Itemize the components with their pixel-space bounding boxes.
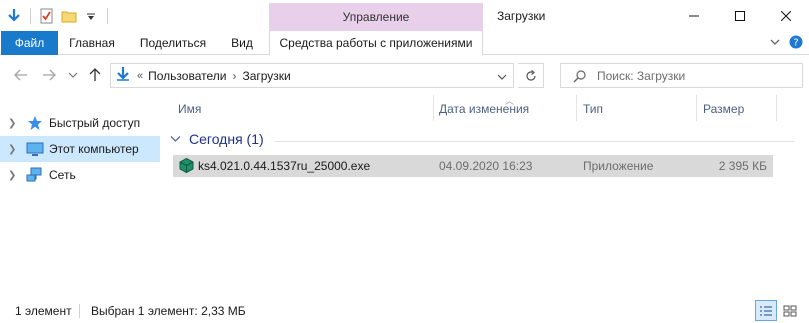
minimize-icon — [689, 15, 699, 16]
window-title: Загрузки — [497, 9, 546, 23]
status-bar: 1 элемент Выбран 1 элемент: 2,33 МБ — [0, 299, 809, 323]
breadcrumb: Пользователи › Загрузки — [143, 69, 291, 83]
window-controls — [671, 0, 809, 31]
column-divider[interactable] — [776, 95, 777, 121]
column-divider[interactable] — [576, 95, 577, 121]
maximize-button[interactable] — [717, 0, 763, 31]
column-header-name[interactable]: Имя — [178, 102, 201, 116]
large-icons-view-button[interactable] — [779, 300, 801, 321]
chevron-down-icon — [170, 136, 181, 142]
nav-item-quick-access[interactable]: ❯ Быстрый доступ — [0, 110, 160, 136]
group-divider — [275, 141, 795, 142]
up-arrow-icon — [89, 68, 101, 81]
selection-info: Выбран 1 элемент: 2,33 МБ — [91, 304, 246, 318]
customize-toolbar-icon[interactable] — [83, 8, 99, 24]
ribbon-tabs: Файл Главная Поделиться Вид Средства раб… — [0, 31, 809, 56]
new-folder-icon[interactable] — [61, 8, 77, 24]
details-view-icon — [760, 305, 772, 316]
tab-home[interactable]: Главная — [62, 31, 122, 55]
expand-ribbon-icon[interactable] — [769, 36, 781, 51]
application-icon — [179, 157, 194, 174]
file-date: 04.09.2020 16:23 — [439, 159, 533, 173]
ribbon-right-controls: ? — [769, 35, 803, 52]
breadcrumb-separator-icon[interactable]: › — [232, 69, 236, 83]
address-bar[interactable]: « Пользователи › Загрузки — [110, 63, 514, 88]
view-switcher — [755, 300, 801, 321]
close-button[interactable] — [763, 0, 809, 31]
context-tab-group-label: Управление — [269, 3, 483, 31]
forward-arrow-icon — [43, 69, 56, 81]
group-header[interactable]: Сегодня (1) — [170, 131, 264, 147]
nav-item-label: Быстрый доступ — [49, 116, 141, 130]
downloads-folder-icon — [115, 66, 131, 85]
nav-item-network[interactable]: ❯ Сеть — [0, 162, 160, 188]
chevron-down-icon — [68, 72, 78, 78]
back-button[interactable] — [12, 66, 30, 84]
up-button[interactable] — [86, 66, 104, 84]
navigation-pane: ❯ Быстрый доступ ❯ Этот компьютер ❯ Сеть — [0, 110, 160, 188]
refresh-button[interactable] — [518, 63, 544, 88]
column-header-date[interactable]: Дата изменения — [439, 102, 529, 116]
large-icons-view-icon — [783, 305, 797, 316]
column-header-type[interactable]: Тип — [583, 102, 603, 116]
maximize-icon — [735, 10, 745, 21]
address-row: « Пользователи › Загрузки Поиск: Загрузк… — [0, 60, 809, 90]
chevron-right-icon[interactable]: ❯ — [8, 118, 18, 129]
computer-icon — [26, 141, 44, 157]
file-row[interactable]: ks4.021.0.44.1537ru_25000.exe 04.09.2020… — [173, 155, 773, 177]
breadcrumb-item[interactable]: Пользователи — [148, 69, 226, 83]
properties-icon[interactable] — [39, 8, 55, 24]
toolbar-divider — [30, 8, 31, 24]
chevron-right-icon[interactable]: ❯ — [8, 170, 18, 181]
breadcrumb-item[interactable]: Загрузки — [242, 69, 290, 83]
nav-item-label: Этот компьютер — [49, 142, 139, 156]
column-headers: Имя ︿ Дата изменения Тип Размер — [160, 92, 809, 124]
toolbar-divider — [107, 8, 108, 24]
recent-locations-button[interactable] — [64, 66, 82, 84]
network-icon — [26, 167, 44, 183]
back-arrow-icon — [14, 69, 27, 81]
group-label: Сегодня (1) — [189, 131, 264, 147]
tab-file[interactable]: Файл — [1, 31, 58, 55]
star-icon — [26, 115, 44, 131]
column-divider[interactable] — [433, 95, 434, 121]
svg-text:?: ? — [793, 38, 798, 49]
address-dropdown-icon[interactable] — [497, 70, 507, 84]
nav-item-label: Сеть — [49, 168, 76, 182]
file-name: ks4.021.0.44.1537ru_25000.exe — [198, 159, 371, 173]
file-type: Приложение — [583, 159, 654, 173]
search-icon — [573, 69, 586, 82]
close-icon — [781, 10, 791, 21]
search-placeholder: Поиск: Загрузки — [597, 68, 686, 83]
tab-application-tools[interactable]: Средства работы с приложениями — [269, 31, 483, 56]
search-box[interactable]: Поиск: Загрузки — [560, 63, 803, 88]
chevron-right-icon[interactable]: ❯ — [8, 144, 18, 155]
nav-item-this-pc[interactable]: ❯ Этот компьютер — [0, 136, 160, 162]
column-divider[interactable] — [696, 95, 697, 121]
tab-share[interactable]: Поделиться — [134, 31, 212, 55]
minimize-button[interactable] — [671, 0, 717, 31]
tab-view[interactable]: Вид — [224, 31, 260, 55]
help-icon[interactable]: ? — [789, 35, 803, 52]
status-divider — [79, 304, 80, 318]
item-count: 1 элемент — [15, 304, 72, 318]
forward-button[interactable] — [40, 66, 58, 84]
column-header-size[interactable]: Размер — [703, 102, 744, 116]
title-bar: Управление Загрузки — [0, 0, 809, 31]
refresh-icon — [525, 69, 536, 81]
file-size: 2 395 КБ — [718, 159, 767, 173]
details-view-button[interactable] — [755, 300, 777, 321]
quick-access-toolbar — [6, 6, 110, 26]
download-arrow-icon[interactable] — [6, 8, 22, 24]
